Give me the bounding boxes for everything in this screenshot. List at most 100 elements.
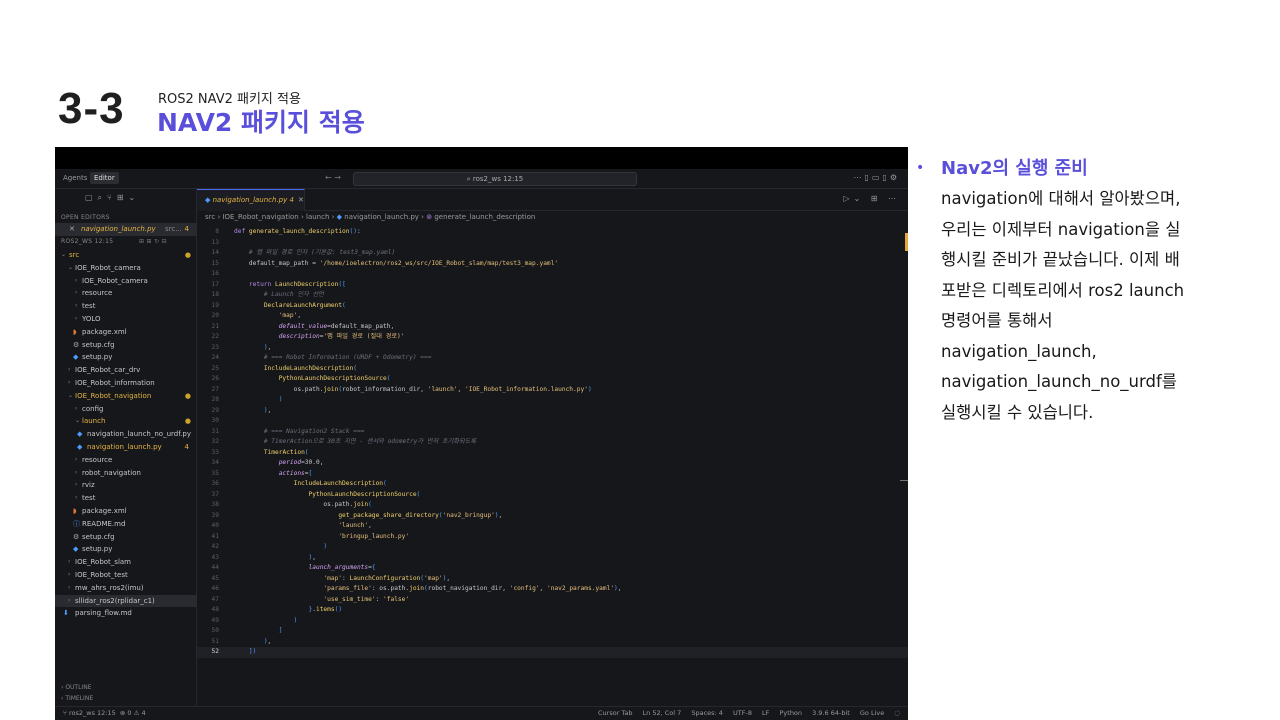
code-line[interactable]: 22 description='맵 파일 경로 (절대 경로)': [197, 332, 908, 343]
tree-item[interactable]: › IOE_Robot_information: [55, 377, 197, 390]
open-editor-item[interactable]: ✕ navigation_launch.py src... 4: [55, 223, 197, 236]
tree-item[interactable]: ⓘ README.md: [55, 518, 197, 531]
code-line[interactable]: 47 'use_sim_time': 'false': [197, 595, 908, 606]
code-line[interactable]: 40 'launch',: [197, 521, 908, 532]
code-line[interactable]: 13: [197, 238, 908, 249]
code-area[interactable]: 8 def generate_launch_description(): 13 14 …: [197, 227, 908, 706]
outline-header[interactable]: › OUTLINE: [55, 682, 197, 693]
breadcrumb-item[interactable]: generate_launch_description: [434, 213, 535, 221]
tree-item[interactable]: ◆ navigation_launch.py 4: [55, 441, 197, 454]
tree-item[interactable]: › mw_ahrs_ros2(imu): [55, 582, 197, 595]
code-line[interactable]: 8 def generate_launch_description():: [197, 227, 908, 238]
breadcrumb-item[interactable]: src: [205, 213, 215, 221]
tree-item[interactable]: › robot_navigation: [55, 467, 197, 480]
status-position[interactable]: Ln 52, Col 7: [643, 709, 682, 717]
code-line[interactable]: 27 os.path.join(robot_information_dir, '…: [197, 385, 908, 396]
code-line[interactable]: 20 'map',: [197, 311, 908, 322]
tree-item[interactable]: ⌄ launch ●: [55, 415, 197, 428]
tree-item[interactable]: ⌄ src ●: [55, 249, 197, 262]
code-line[interactable]: 28 ): [197, 395, 908, 406]
tree-item[interactable]: ⬇ parsing_flow.md: [55, 607, 197, 620]
status-language[interactable]: Python: [780, 709, 803, 717]
breadcrumb-item[interactable]: IOE_Robot_navigation: [222, 213, 298, 221]
editor-actions-icon[interactable]: ▷⌄ ⊞ ⋯: [843, 194, 900, 203]
code-line[interactable]: 52 ]): [197, 647, 908, 658]
code-line[interactable]: 42 ): [197, 542, 908, 553]
code-line[interactable]: 44 launch_arguments={: [197, 563, 908, 574]
tree-item[interactable]: ◆ navigation_launch_no_urdf.py: [55, 428, 197, 441]
code-line[interactable]: 19 DeclareLaunchArgument(: [197, 301, 908, 312]
code-line[interactable]: 24 # === Robot Information (URDF + Odome…: [197, 353, 908, 364]
code-line[interactable]: 21 default_value=default_map_path,: [197, 322, 908, 333]
code-line[interactable]: 23 ),: [197, 343, 908, 354]
breadcrumb-item[interactable]: navigation_launch.py: [344, 213, 419, 221]
tree-item[interactable]: ⚙ setup.cfg: [55, 339, 197, 352]
status-cursor-tab[interactable]: Cursor Tab: [598, 709, 632, 717]
tree-item[interactable]: › YOLO: [55, 313, 197, 326]
tree-item[interactable]: ⌄ IOE_Robot_camera: [55, 262, 197, 275]
status-go-live[interactable]: Go Live: [860, 709, 884, 717]
code-line[interactable]: 29 ),: [197, 406, 908, 417]
tree-item[interactable]: › IOE_Robot_car_drv: [55, 364, 197, 377]
code-line[interactable]: 36 IncludeLaunchDescription(: [197, 479, 908, 490]
agents-tab[interactable]: Agents: [63, 174, 87, 182]
command-search[interactable]: ⌕ ros2_ws 12:15: [353, 172, 637, 186]
status-left[interactable]: ⑂ ros2_ws 12:15 ⊗ 0 ⚠ 4: [63, 709, 146, 717]
tree-item[interactable]: ⚙ setup.cfg: [55, 531, 197, 544]
tree-item[interactable]: › resource: [55, 287, 197, 300]
code-line[interactable]: 15 default_map_path = '/home/ioelectron/…: [197, 259, 908, 270]
status-encoding[interactable]: UTF-8: [733, 709, 752, 717]
tree-item[interactable]: › resource: [55, 454, 197, 467]
tab-navigation-launch[interactable]: ◆ navigation_launch.py 4 ✕: [197, 189, 305, 211]
code-line[interactable]: 43 ),: [197, 553, 908, 564]
code-line[interactable]: 35 actions=[: [197, 469, 908, 480]
tree-item[interactable]: › rviz: [55, 479, 197, 492]
tree-item[interactable]: ◗ package.xml: [55, 505, 197, 518]
nav-arrows-icon[interactable]: ← →: [325, 173, 341, 182]
tree-item[interactable]: ⌄ IOE_Robot_navigation ●: [55, 390, 197, 403]
code-line[interactable]: 41 'bringup_launch.py': [197, 532, 908, 543]
code-line[interactable]: 51 ),: [197, 637, 908, 648]
code-line[interactable]: 32 # TimerAction으로 30초 지연 - 센서와 odometry…: [197, 437, 908, 448]
code-line[interactable]: 46 'params_file': os.path.join(robot_nav…: [197, 584, 908, 595]
code-line[interactable]: 33 TimerAction(: [197, 448, 908, 459]
code-line[interactable]: 45 'map': LaunchConfiguration('map'),: [197, 574, 908, 585]
explorer-toolbar-icons[interactable]: ▢⌕⑂⊞⌄: [85, 193, 140, 203]
tree-item[interactable]: › IOE_Robot_test: [55, 569, 197, 582]
code-line[interactable]: 34 period=30.0,: [197, 458, 908, 469]
code-line[interactable]: 39 get_package_share_directory('nav2_bri…: [197, 511, 908, 522]
workspace-header[interactable]: ROS2_WS 12:15 ⊞ ⊞ ↻ ⊟: [55, 236, 197, 249]
status-indent[interactable]: Spaces: 4: [691, 709, 723, 717]
tree-item[interactable]: › test: [55, 300, 197, 313]
code-line[interactable]: 26 PythonLaunchDescriptionSource(: [197, 374, 908, 385]
close-icon[interactable]: ✕: [69, 223, 75, 236]
tree-item[interactable]: › IOE_Robot_camera: [55, 275, 197, 288]
code-line[interactable]: 16: [197, 269, 908, 280]
code-line[interactable]: 49 ): [197, 616, 908, 627]
tree-item[interactable]: › IOE_Robot_slam: [55, 556, 197, 569]
status-eol[interactable]: LF: [762, 709, 769, 717]
editor-tab[interactable]: Editor: [90, 172, 119, 184]
layout-controls-icon[interactable]: ⋯▯▭▯⚙: [853, 173, 900, 182]
scrollbar-marker[interactable]: [905, 233, 908, 251]
tree-item[interactable]: › test: [55, 492, 197, 505]
timeline-header[interactable]: › TIMELINE: [55, 693, 197, 704]
code-line[interactable]: 17 return LaunchDescription([: [197, 280, 908, 291]
code-line[interactable]: 50 ]: [197, 626, 908, 637]
tree-item[interactable]: › config: [55, 403, 197, 416]
code-line[interactable]: 25 IncludeLaunchDescription(: [197, 364, 908, 375]
tree-item[interactable]: ◆ setup.py: [55, 351, 197, 364]
code-line[interactable]: 37 PythonLaunchDescriptionSource(: [197, 490, 908, 501]
code-line[interactable]: 48 }.items(): [197, 605, 908, 616]
breadcrumb-item[interactable]: launch: [306, 213, 329, 221]
code-line[interactable]: 31 # === Navigation2 Stack ===: [197, 427, 908, 438]
tree-item[interactable]: › sllidar_ros2(rplidar_c1): [55, 594, 197, 608]
tree-item[interactable]: ◆ setup.py: [55, 543, 197, 556]
code-line[interactable]: 14 # 맵 파일 경로 인자 (기본값: test3_map.yaml): [197, 248, 908, 259]
status-interpreter[interactable]: 3.9.6 64-bit: [812, 709, 850, 717]
code-line[interactable]: 30: [197, 416, 908, 427]
code-line[interactable]: 18 # Launch 인자 선언: [197, 290, 908, 301]
code-line[interactable]: 38 os.path.join(: [197, 500, 908, 511]
tree-item[interactable]: ◗ package.xml: [55, 326, 197, 339]
bell-icon[interactable]: ◌: [894, 709, 900, 717]
